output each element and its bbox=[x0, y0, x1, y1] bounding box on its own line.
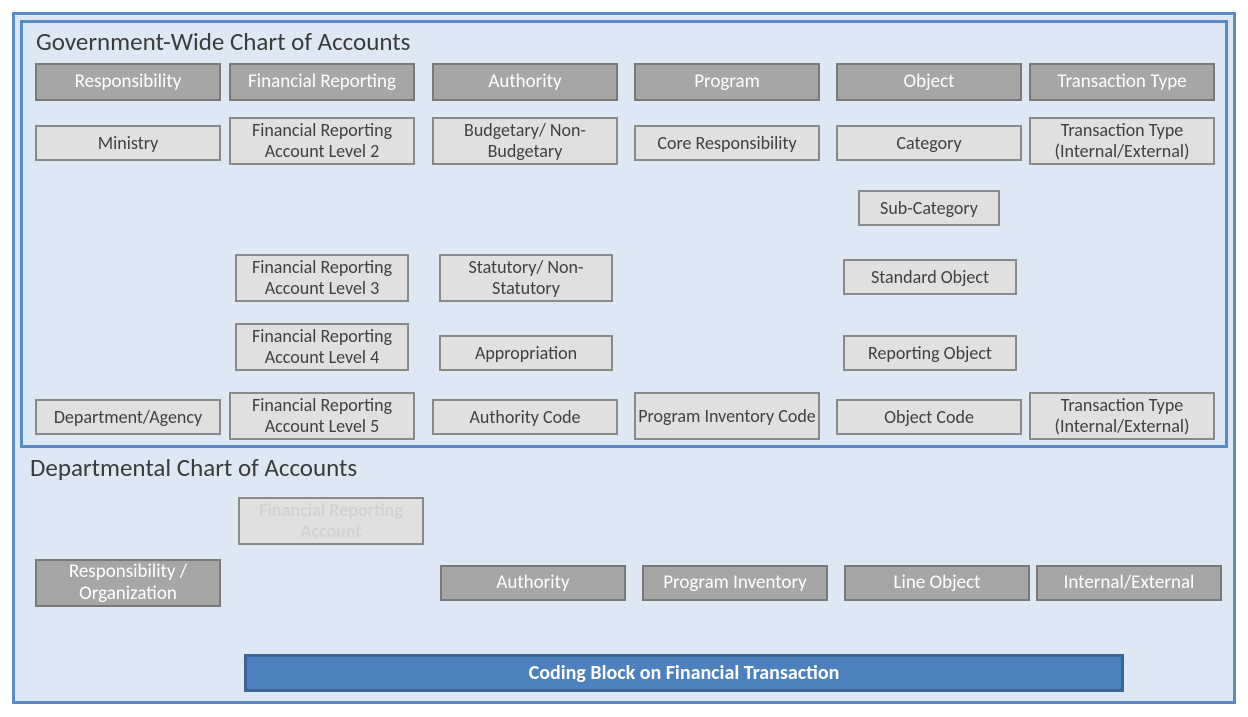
box-dept-agency: Department/Agency bbox=[35, 399, 221, 435]
box-dep-resp: Responsibility / Organization bbox=[35, 559, 221, 607]
box-sub-category: Sub-Category bbox=[858, 190, 1000, 226]
header-financial: Financial Reporting bbox=[229, 63, 415, 101]
coding-block: Coding Block on Financial Transaction bbox=[244, 654, 1124, 692]
header-program: Program bbox=[634, 63, 820, 101]
box-trans-bottom: Transaction Type (Internal/External) bbox=[1029, 392, 1215, 440]
header-authority: Authority bbox=[432, 63, 618, 101]
box-prog-inv-code: Program Inventory Code bbox=[634, 392, 820, 440]
box-reporting-obj: Reporting Object bbox=[843, 335, 1017, 371]
box-core-resp: Core Responsibility bbox=[634, 125, 820, 161]
box-fr-l4: Financial Reporting Account Level 4 bbox=[235, 323, 409, 371]
box-budgetary: Budgetary/ Non-Budgetary bbox=[432, 117, 618, 165]
box-trans-top: Transaction Type (Internal/External) bbox=[1029, 117, 1215, 165]
box-dep-ie: Internal/External bbox=[1036, 565, 1222, 601]
box-fr-l5: Financial Reporting Account Level 5 bbox=[229, 392, 415, 440]
box-statutory: Statutory/ Non-Statutory bbox=[439, 254, 613, 302]
box-auth-code: Authority Code bbox=[432, 399, 618, 435]
box-fr-l2: Financial Reporting Account Level 2 bbox=[229, 117, 415, 165]
box-standard-obj: Standard Object bbox=[843, 259, 1017, 295]
box-fra: Financial Reporting Account bbox=[238, 497, 424, 545]
box-object-code: Object Code bbox=[836, 399, 1022, 435]
box-dep-line: Line Object bbox=[844, 565, 1030, 601]
header-responsibility: Responsibility bbox=[35, 63, 221, 101]
title-gw: Government-Wide Chart of Accounts bbox=[36, 26, 410, 57]
header-object: Object bbox=[836, 63, 1022, 101]
header-transaction: Transaction Type bbox=[1029, 63, 1215, 101]
box-appropriation: Appropriation bbox=[439, 335, 613, 371]
box-dep-authority: Authority bbox=[440, 565, 626, 601]
box-dep-program: Program Inventory bbox=[642, 565, 828, 601]
box-ministry: Ministry bbox=[35, 125, 221, 161]
box-category: Category bbox=[836, 125, 1022, 161]
box-fr-l3: Financial Reporting Account Level 3 bbox=[235, 254, 409, 302]
title-dep: Departmental Chart of Accounts bbox=[30, 452, 357, 483]
